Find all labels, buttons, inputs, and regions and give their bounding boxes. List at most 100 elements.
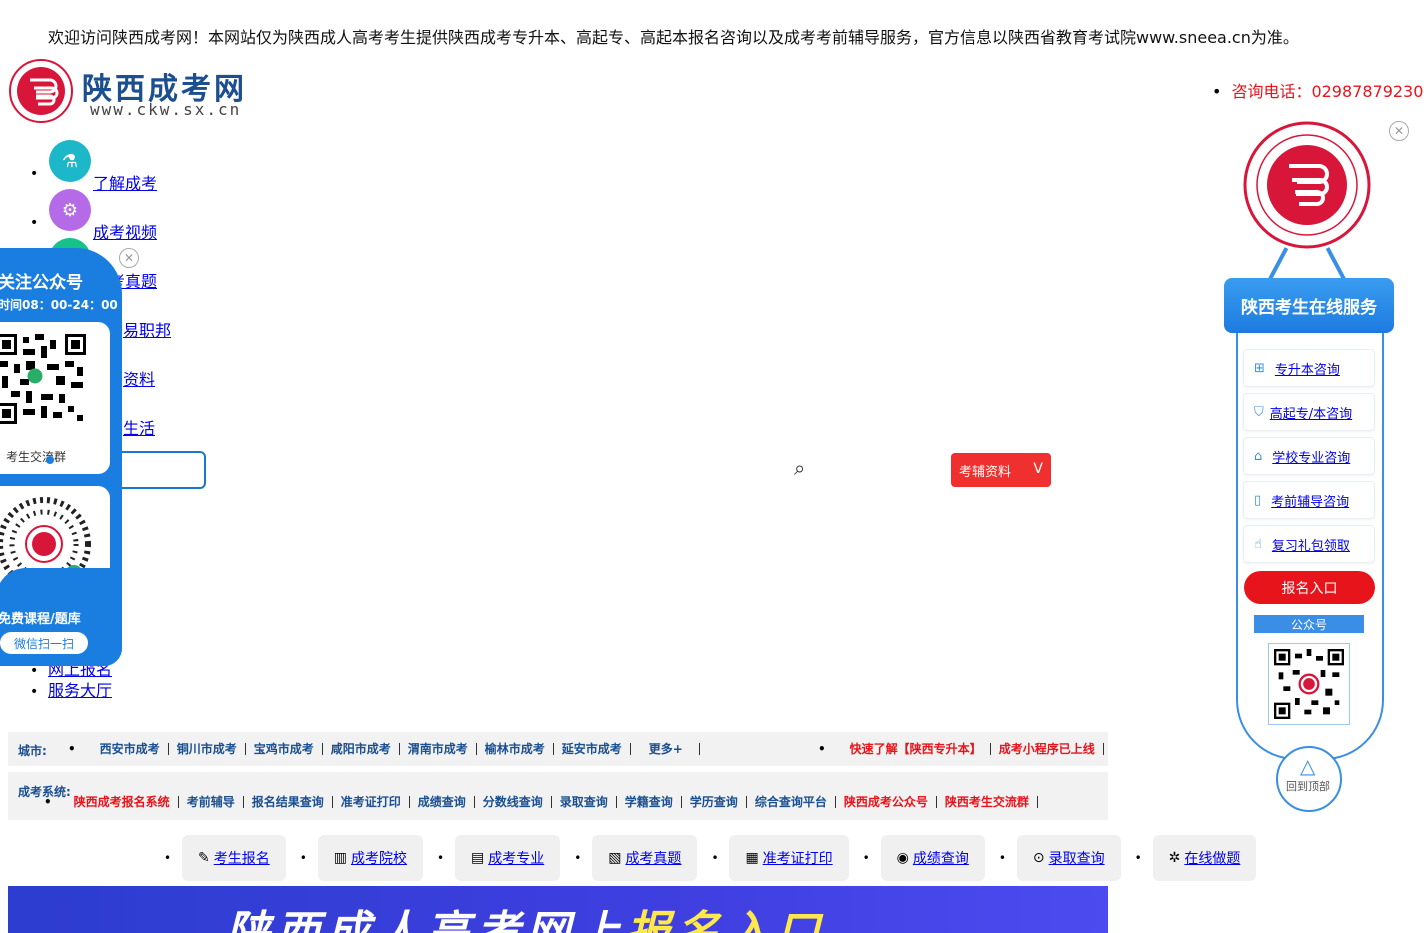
banner-highlight: 报名入口 bbox=[626, 907, 826, 933]
city-link[interactable]: 宝鸡市成考 bbox=[246, 743, 323, 755]
system-link[interactable]: 综合查询平台 bbox=[747, 796, 836, 808]
system-link[interactable]: 分数线查询 bbox=[475, 796, 552, 808]
register-feature-button[interactable]: ✎ 考生报名 bbox=[182, 835, 286, 881]
back-to-top-button[interactable]: △ 回到顶部 bbox=[1276, 746, 1342, 812]
register-entry-button[interactable]: 报名入口 bbox=[1244, 571, 1375, 604]
close-icon[interactable]: ✕ bbox=[119, 248, 139, 268]
system-link[interactable]: 学籍查询 bbox=[617, 796, 682, 808]
nav-link[interactable]: 了解成考 bbox=[93, 170, 157, 194]
left-panel-title: 关注公众号 bbox=[0, 273, 83, 293]
system-link[interactable]: 成绩查询 bbox=[410, 796, 475, 808]
service-panel-title: 陕西考生在线服务 bbox=[1224, 278, 1394, 333]
system-link[interactable]: 学历查询 bbox=[682, 796, 747, 808]
button-label[interactable]: 考生报名 bbox=[214, 848, 270, 868]
more-cities-link[interactable]: 更多+ bbox=[631, 743, 700, 755]
practice-feature-button[interactable]: ✲ 在线做题 bbox=[1152, 835, 1257, 881]
kaofu-label: 考辅资料 bbox=[959, 464, 1012, 480]
scores-feature-button[interactable]: ◉ 成绩查询 bbox=[880, 835, 985, 881]
hanging-rope bbox=[1325, 247, 1347, 281]
button-label[interactable]: 成考专业 bbox=[488, 848, 544, 868]
button-label[interactable]: 成绩查询 bbox=[913, 848, 969, 868]
compass-icon: ◉ bbox=[896, 850, 909, 866]
system-link[interactable]: 陕西成考公众号 bbox=[836, 796, 937, 808]
kaofu-dropdown-button[interactable]: 考辅资料 V bbox=[951, 453, 1051, 487]
shield-icon: ⛉ bbox=[1254, 404, 1264, 420]
back-to-top-label: 回到顶部 bbox=[1286, 780, 1330, 793]
flask-icon: ⚗ bbox=[49, 140, 91, 182]
city-link[interactable]: 铜川市成考 bbox=[169, 743, 246, 755]
service-item[interactable]: ⊞ 专升本咨询 bbox=[1243, 349, 1375, 387]
button-label[interactable]: 成考真题 bbox=[625, 848, 681, 868]
phone-text: 咨询电话：02987879230 bbox=[1231, 82, 1424, 101]
id-card-icon: ▤ bbox=[470, 850, 485, 866]
official-account-qr bbox=[1268, 643, 1350, 725]
admission-feature-button[interactable]: ⊙ 录取查询 bbox=[1016, 835, 1121, 881]
left-follow-panel: 关注公众号 时间08：00-24：00 考生交流群 免费课程/题库 微信扫一扫 bbox=[0, 248, 122, 666]
service-item[interactable]: ⛉ 高起专/本咨询 bbox=[1243, 393, 1375, 431]
logo-url: www.ckw.sx.cn bbox=[90, 100, 242, 119]
nav-link[interactable]: 生活 bbox=[123, 415, 155, 439]
nav-link[interactable]: 资料 bbox=[123, 366, 155, 390]
service-link[interactable]: 复习礼包领取 bbox=[1272, 535, 1350, 554]
service-item[interactable]: ☝ 复习礼包领取 bbox=[1243, 525, 1375, 563]
system-link[interactable]: 录取查询 bbox=[552, 796, 617, 808]
system-link[interactable]: 陕西考生交流群 bbox=[937, 796, 1038, 808]
highlight-links: • 快速了解【陕西专升本】 成考小程序已上线 bbox=[818, 742, 1104, 756]
city-link[interactable]: 渭南市成考 bbox=[400, 743, 477, 755]
past-papers-feature-button[interactable]: ▧ 成考真题 bbox=[592, 835, 698, 881]
seal-logo-icon bbox=[1243, 121, 1371, 249]
search-icon: ⊙ bbox=[1032, 850, 1045, 866]
site-notice: 欢迎访问陕西成考网！本网站仅为陕西成人高考考生提供陕西成考专升本、高起专、高起本… bbox=[48, 28, 1299, 47]
service-link[interactable]: 考前辅导咨询 bbox=[1271, 491, 1349, 510]
highlight-link[interactable]: 成考小程序已上线 bbox=[991, 743, 1104, 755]
city-link[interactable]: 咸阳市成考 bbox=[323, 743, 400, 755]
system-links: • 陕西成考报名系统 考前辅导 报名结果查询 准考证打印 成绩查询 分数线查询 … bbox=[44, 795, 1038, 809]
system-link[interactable]: 报名结果查询 bbox=[244, 796, 333, 808]
admit-card-feature-button[interactable]: ▦ 准考证打印 bbox=[729, 835, 849, 881]
site-logo[interactable]: 陕西成考网 www.ckw.sx.cn bbox=[8, 58, 248, 128]
system-link[interactable]: 考前辅导 bbox=[179, 796, 244, 808]
city-link[interactable]: 延安市成考 bbox=[554, 743, 631, 755]
group-qr-caption: 考生交流群 bbox=[6, 450, 67, 464]
qr-code-icon bbox=[0, 334, 86, 424]
video-icon: ⚙ bbox=[49, 189, 91, 231]
service-link[interactable]: 高起专/本咨询 bbox=[1270, 403, 1352, 422]
system-bar: 成考系统: • 陕西成考报名系统 考前辅导 报名结果查询 准考证打印 成绩查询 … bbox=[8, 772, 1108, 820]
service-link[interactable]: 专升本咨询 bbox=[1275, 359, 1340, 378]
service-item[interactable]: ▯ 考前辅导咨询 bbox=[1243, 481, 1375, 519]
plus-square-icon: ⊞ bbox=[1254, 360, 1265, 376]
service-item[interactable]: ⌂ 学校专业咨询 bbox=[1243, 437, 1375, 475]
system-link[interactable]: 陕西成考报名系统 bbox=[66, 796, 179, 808]
search-icon[interactable]: ⌕ bbox=[794, 456, 805, 480]
close-icon[interactable]: ✕ bbox=[1389, 121, 1409, 141]
carousel-dot[interactable] bbox=[46, 456, 54, 464]
schools-feature-button[interactable]: ▥ 成考院校 bbox=[317, 835, 423, 881]
nav-link[interactable]: 成考视频 bbox=[93, 219, 157, 243]
quick-link-item[interactable]: • 服务大厅 bbox=[30, 677, 112, 700]
pen-icon: ✎ bbox=[198, 850, 210, 866]
city-bar-label: 城市: bbox=[18, 744, 47, 758]
contact-phone: • 咨询电话：02987879230 bbox=[1212, 82, 1424, 101]
gear-icon: ✲ bbox=[1168, 850, 1181, 866]
button-label[interactable]: 录取查询 bbox=[1049, 848, 1105, 868]
button-label[interactable]: 准考证打印 bbox=[763, 848, 833, 868]
service-hall-link[interactable]: 服务大厅 bbox=[48, 681, 112, 700]
arrow-up-icon: △ bbox=[1300, 754, 1316, 778]
chevron-down-icon: V bbox=[1033, 461, 1043, 477]
system-link[interactable]: 准考证打印 bbox=[333, 796, 410, 808]
button-label[interactable]: 在线做题 bbox=[1184, 848, 1240, 868]
left-panel-hours: 时间08：00-24：00 bbox=[0, 298, 118, 312]
city-link[interactable]: 榆林市成考 bbox=[477, 743, 554, 755]
thumb-up-icon: ☝ bbox=[1254, 536, 1262, 552]
highlight-link[interactable]: 快速了解【陕西专升本】 bbox=[842, 743, 991, 755]
wechat-scan-button[interactable]: 微信扫一扫 bbox=[0, 632, 88, 654]
doc-search-icon: ▧ bbox=[608, 850, 622, 866]
button-label[interactable]: 成考院校 bbox=[351, 848, 407, 868]
service-link[interactable]: 学校专业咨询 bbox=[1272, 447, 1350, 466]
nav-link[interactable]: 易职邦 bbox=[123, 317, 171, 341]
books-icon: ▥ bbox=[333, 850, 347, 866]
register-banner[interactable]: 陕西成人高考网上报名入口 bbox=[8, 886, 1108, 933]
city-link[interactable]: 西安市成考 bbox=[92, 743, 169, 755]
majors-feature-button[interactable]: ▤ 成考专业 bbox=[454, 835, 561, 881]
qr-code-icon bbox=[1274, 649, 1344, 719]
